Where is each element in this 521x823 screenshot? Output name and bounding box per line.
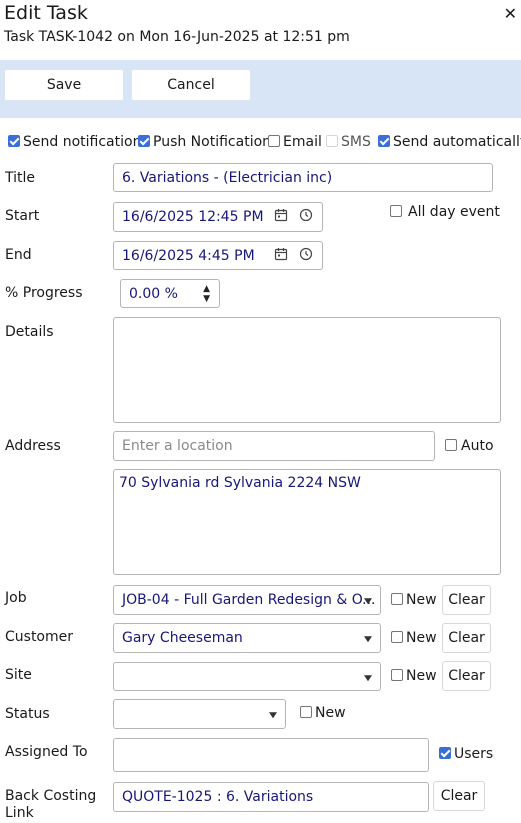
chevron-down-icon <box>364 636 372 643</box>
status-select[interactable] <box>113 699 286 729</box>
customer-label: Customer <box>5 629 74 645</box>
site-new-label: New <box>406 668 437 684</box>
back-costing-value: QUOTE-1025 : 6. Variations <box>122 789 314 805</box>
job-value: JOB-04 - Full Garden Redesign & O... <box>122 592 376 608</box>
assigned-to-label: Assigned To <box>5 744 88 760</box>
progress-value: 0.00 % <box>129 285 178 302</box>
site-new-checkbox[interactable] <box>391 669 403 681</box>
stepper-arrows-icon[interactable]: ▲ ▼ <box>203 284 210 304</box>
customer-new-option[interactable]: New <box>391 630 437 646</box>
status-label: Status <box>5 706 50 722</box>
auto-label: Auto <box>461 438 494 454</box>
send-automatically-label: Send automatically <box>393 134 521 150</box>
status-new-label: New <box>315 705 346 721</box>
calendar-icon[interactable] <box>274 247 288 265</box>
title-value: 6. Variations - (Electrician inc) <box>122 169 333 186</box>
address-placeholder: Enter a location <box>122 438 233 454</box>
assigned-to-input[interactable] <box>113 738 429 772</box>
send-automatically-option[interactable]: Send automatically <box>378 134 521 150</box>
job-clear-button[interactable]: Clear <box>442 585 491 615</box>
start-datetime-input[interactable]: 16/6/2025 12:45 PM <box>113 202 323 232</box>
back-costing-link-input[interactable]: QUOTE-1025 : 6. Variations <box>113 782 429 812</box>
send-notification-option[interactable]: Send notification <box>8 134 141 150</box>
details-textarea[interactable] <box>113 317 501 423</box>
cancel-button[interactable]: Cancel <box>131 69 251 101</box>
all-day-event-option[interactable]: All day event <box>390 204 500 220</box>
users-label: Users <box>454 746 494 762</box>
email-checkbox[interactable] <box>268 135 280 147</box>
chevron-down-icon <box>364 674 372 681</box>
clock-icon[interactable] <box>299 247 313 265</box>
dialog-header: Edit Task Task TASK-1042 on Mon 16-Jun-2… <box>0 0 521 60</box>
send-notification-checkbox[interactable] <box>8 135 20 147</box>
dialog-title: Edit Task <box>4 2 88 24</box>
title-input[interactable]: 6. Variations - (Electrician inc) <box>113 163 493 192</box>
users-checkbox[interactable] <box>439 747 451 759</box>
end-datetime-input[interactable]: 16/6/2025 4:45 PM <box>113 241 323 270</box>
end-label: End <box>5 247 32 263</box>
end-value: 16/6/2025 4:45 PM <box>122 247 255 264</box>
chevron-down-icon <box>269 712 277 719</box>
users-option[interactable]: Users <box>439 746 493 762</box>
calendar-icon[interactable] <box>274 208 288 226</box>
email-option[interactable]: Email <box>268 134 322 150</box>
status-new-option[interactable]: New <box>300 705 346 721</box>
sms-checkbox <box>326 135 338 147</box>
title-label: Title <box>5 170 36 186</box>
customer-new-checkbox[interactable] <box>391 631 403 643</box>
job-new-label: New <box>406 592 437 608</box>
back-costing-clear-button[interactable]: Clear <box>433 781 485 811</box>
site-select[interactable] <box>113 662 381 691</box>
chevron-down-icon <box>364 598 372 605</box>
sms-label: SMS <box>341 134 371 150</box>
details-label: Details <box>5 324 54 340</box>
customer-value: Gary Cheeseman <box>122 630 243 646</box>
start-label: Start <box>5 208 40 224</box>
dialog-subtitle: Task TASK-1042 on Mon 16-Jun-2025 at 12:… <box>4 29 350 45</box>
sms-option: SMS <box>326 134 371 150</box>
site-clear-button[interactable]: Clear <box>442 661 491 691</box>
customer-clear-button[interactable]: Clear <box>442 623 491 653</box>
clock-icon[interactable] <box>299 208 313 226</box>
push-notification-option[interactable]: Push Notification <box>138 134 271 150</box>
progress-stepper[interactable]: 0.00 % ▲ ▼ <box>120 279 220 308</box>
all-day-event-checkbox[interactable] <box>390 205 402 217</box>
site-new-option[interactable]: New <box>391 668 437 684</box>
toolbar: Save Cancel <box>0 60 521 118</box>
job-select[interactable]: JOB-04 - Full Garden Redesign & O... <box>113 585 381 615</box>
site-label: Site <box>5 667 32 683</box>
customer-new-label: New <box>406 630 437 646</box>
address-label: Address <box>5 438 61 454</box>
address-textarea[interactable]: 70 Sylvania rd Sylvania 2224 NSW <box>113 469 501 575</box>
address-search-input[interactable]: Enter a location <box>113 431 435 461</box>
status-new-checkbox[interactable] <box>300 706 312 718</box>
job-new-option[interactable]: New <box>391 592 437 608</box>
push-notification-label: Push Notification <box>153 134 272 150</box>
auto-option[interactable]: Auto <box>445 438 494 454</box>
auto-checkbox[interactable] <box>445 439 457 451</box>
back-costing-link-label: Back Costing Link <box>5 788 97 821</box>
all-day-event-label: All day event <box>408 204 500 220</box>
progress-label: % Progress <box>5 285 83 301</box>
save-button[interactable]: Save <box>4 69 124 101</box>
close-icon[interactable]: ✕ <box>504 4 517 23</box>
email-label: Email <box>283 134 322 150</box>
customer-select[interactable]: Gary Cheeseman <box>113 623 381 653</box>
start-value: 16/6/2025 12:45 PM <box>122 209 264 225</box>
send-notification-label: Send notification <box>23 134 142 150</box>
job-new-checkbox[interactable] <box>391 593 403 605</box>
send-automatically-checkbox[interactable] <box>378 135 390 147</box>
push-notification-checkbox[interactable] <box>138 135 150 147</box>
full-address-value: 70 Sylvania rd Sylvania 2224 NSW <box>119 475 361 491</box>
job-label: Job <box>5 590 27 606</box>
